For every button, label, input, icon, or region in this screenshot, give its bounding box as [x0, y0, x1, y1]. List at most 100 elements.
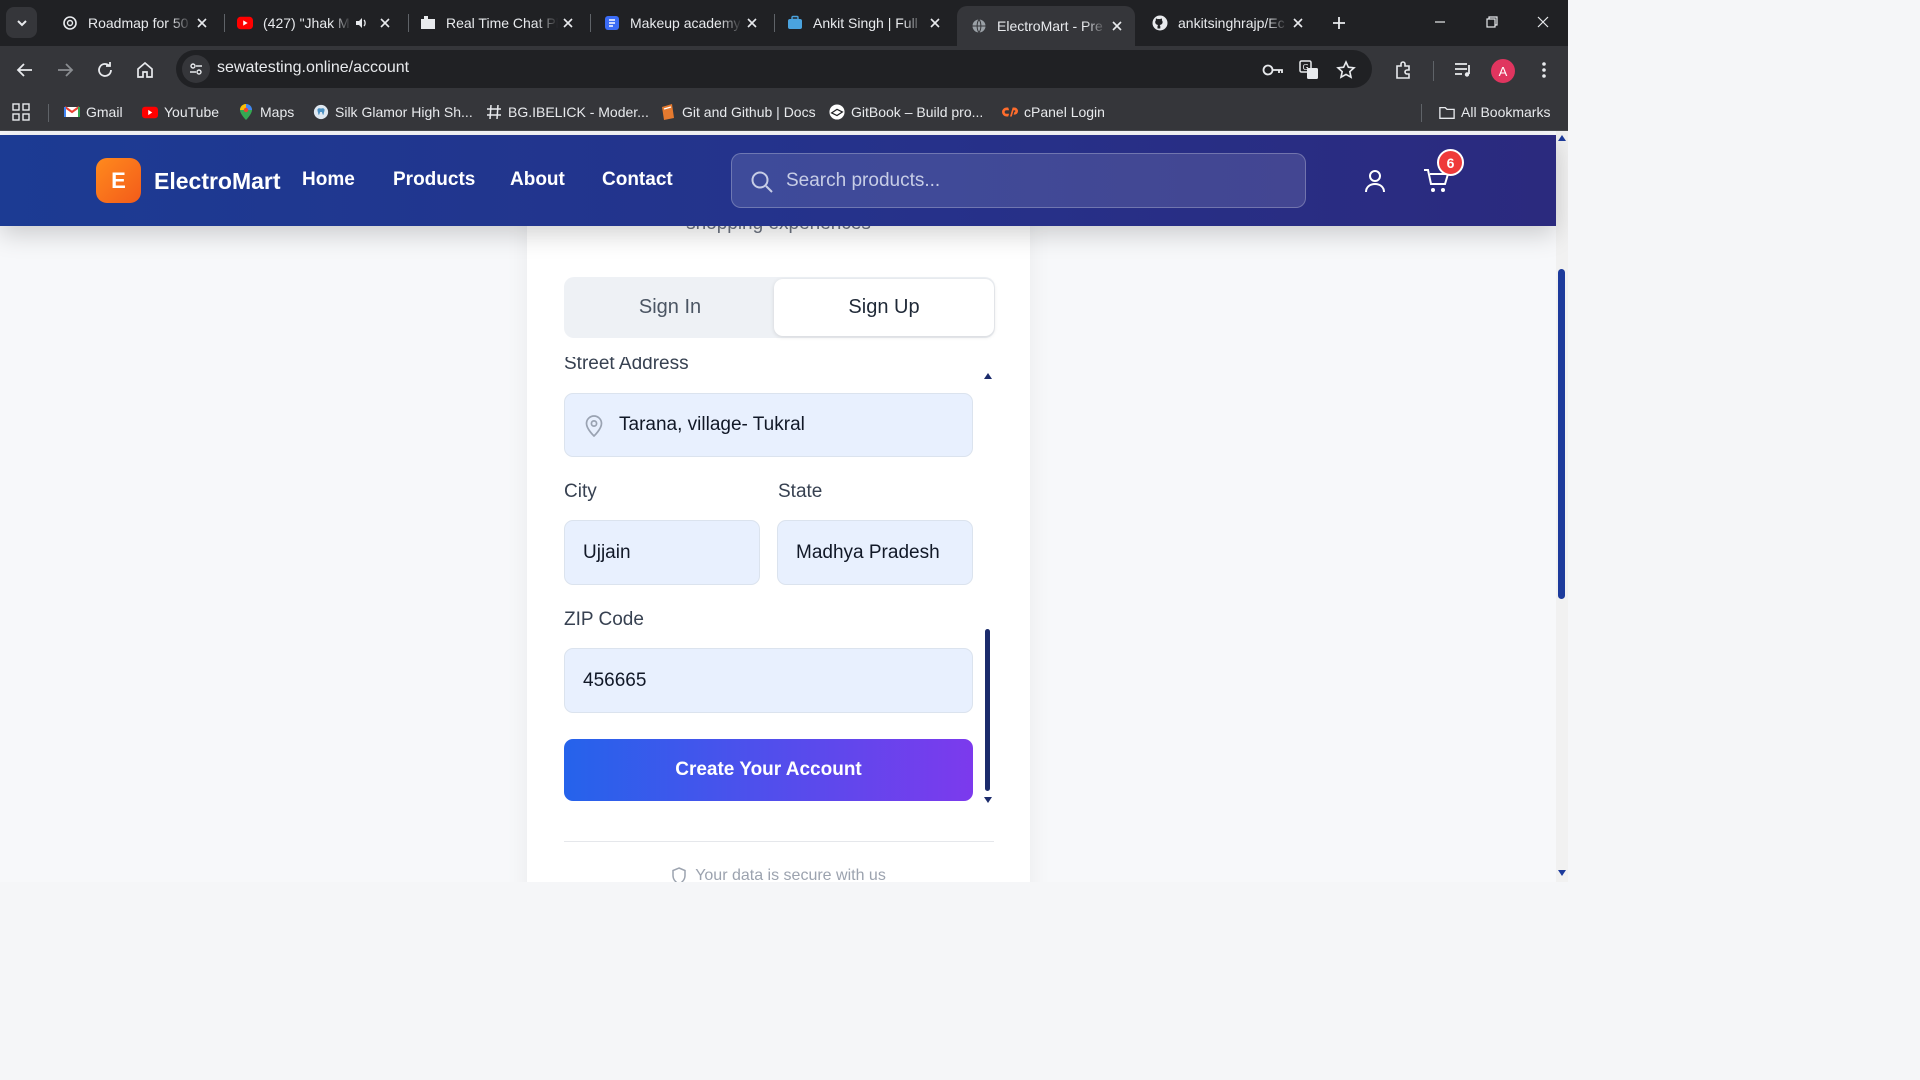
- page-scrollbar[interactable]: [1556, 131, 1568, 882]
- page-scrollbar-thumb[interactable]: [1558, 269, 1565, 599]
- forms-icon: [604, 15, 620, 31]
- browser-tab[interactable]: ankitsinghrajp/Ec: [1138, 6, 1316, 40]
- apps-button[interactable]: [12, 102, 30, 122]
- nav-contact[interactable]: Contact: [602, 169, 673, 191]
- user-account-icon[interactable]: [1363, 168, 1387, 194]
- shield-icon: [672, 867, 686, 882]
- browser-tab-strip: Roadmap for 50 L (427) "Jhak M Real Time…: [0, 0, 1568, 46]
- cart-count-badge: 6: [1437, 149, 1464, 176]
- media-control-button[interactable]: [1449, 56, 1477, 84]
- git-docs-icon: [660, 104, 676, 120]
- state-label: State: [778, 481, 823, 502]
- nav-home[interactable]: Home: [302, 169, 355, 191]
- plus-icon: [1333, 17, 1345, 29]
- home-button[interactable]: [131, 56, 159, 84]
- arrow-right-icon: [58, 63, 74, 77]
- tab-title: ElectroMart - Pre: [997, 18, 1103, 34]
- zip-code-value: 456665: [583, 669, 647, 691]
- bookmark-git-github-docs[interactable]: Git and Github | Docs: [660, 102, 816, 122]
- key-icon[interactable]: [1262, 59, 1284, 81]
- browser-menu-button[interactable]: [1530, 56, 1558, 84]
- bookmark-silk-glamor[interactable]: Silk Glamor High Sh...: [313, 102, 473, 122]
- close-tab-icon[interactable]: [192, 13, 212, 33]
- city-input[interactable]: Ujjain: [564, 520, 760, 585]
- close-tab-icon[interactable]: [375, 13, 395, 33]
- gitbook-icon: [829, 104, 845, 120]
- nav-products[interactable]: Products: [393, 169, 475, 191]
- star-icon[interactable]: [1335, 59, 1357, 81]
- tab-title: (427) "Jhak M: [263, 15, 350, 31]
- form-scrollbar-thumb[interactable]: [985, 629, 990, 791]
- scroll-down-arrow-icon[interactable]: [984, 797, 992, 803]
- state-input[interactable]: Madhya Pradesh: [777, 520, 973, 585]
- tab-sign-up[interactable]: Sign Up: [774, 279, 994, 336]
- zip-code-input[interactable]: 456665: [564, 648, 973, 713]
- bookmark-bg-ibelick[interactable]: BG.IBELICK - Moder...: [486, 102, 649, 122]
- city-value: Ujjain: [583, 541, 631, 563]
- globe-icon: [971, 18, 987, 34]
- all-bookmarks-button[interactable]: All Bookmarks: [1439, 102, 1550, 122]
- briefcase-icon: [787, 15, 803, 31]
- close-tab-icon[interactable]: [925, 13, 945, 33]
- apps-grid-icon: [12, 103, 30, 121]
- form-scrollbar[interactable]: [982, 373, 994, 803]
- bookmark-maps[interactable]: Maps: [238, 102, 294, 122]
- scroll-up-arrow-icon[interactable]: [1558, 135, 1566, 141]
- cpanel-icon: [1002, 104, 1018, 120]
- tab-title: ankitsinghrajp/Ec: [1178, 15, 1285, 31]
- city-label: City: [564, 481, 597, 502]
- site-info-button[interactable]: [182, 55, 210, 83]
- speaker-icon[interactable]: [351, 13, 371, 33]
- search-placeholder: Search products...: [786, 170, 941, 191]
- secure-note: Your data is secure with us: [527, 867, 1030, 882]
- tune-icon: [190, 63, 202, 75]
- close-tab-icon[interactable]: [1288, 13, 1308, 33]
- browser-tab[interactable]: (427) "Jhak M: [223, 6, 403, 40]
- bookmark-gitbook[interactable]: GitBook – Build pro...: [829, 102, 983, 122]
- brand-logo[interactable]: E: [96, 158, 141, 203]
- scroll-up-arrow-icon[interactable]: [984, 373, 992, 379]
- forward-button[interactable]: [51, 56, 79, 84]
- extensions-button[interactable]: [1390, 56, 1418, 84]
- bookmark-cpanel[interactable]: cPanel Login: [1002, 102, 1105, 122]
- close-tab-icon[interactable]: [742, 13, 762, 33]
- browser-tab[interactable]: Ankit Singh | Full: [773, 6, 953, 40]
- browser-tab[interactable]: Makeup academy: [590, 6, 770, 40]
- tab-search-button[interactable]: [6, 7, 37, 38]
- url-text[interactable]: sewatesting.online/account: [217, 59, 409, 77]
- create-account-button[interactable]: Create Your Account: [564, 739, 973, 801]
- toolbar-separator: [1433, 61, 1434, 81]
- street-address-input[interactable]: Tarana, village- Tukral: [564, 393, 973, 457]
- address-bar[interactable]: sewatesting.online/account G: [176, 50, 1372, 88]
- zip-code-label: ZIP Code: [564, 609, 644, 630]
- translate-icon[interactable]: G: [1298, 59, 1320, 81]
- site-icon: [420, 15, 436, 31]
- new-tab-button[interactable]: [1326, 10, 1352, 36]
- close-tab-icon[interactable]: [558, 13, 578, 33]
- tab-sign-in[interactable]: Sign In: [564, 277, 776, 338]
- brand-name[interactable]: ElectroMart: [154, 168, 281, 195]
- bookmark-label: GitBook – Build pro...: [851, 104, 984, 120]
- openai-icon: [62, 15, 78, 31]
- browser-tab[interactable]: Roadmap for 50 L: [48, 6, 220, 40]
- tab-title: Makeup academy: [630, 15, 741, 31]
- restore-button[interactable]: [1466, 0, 1518, 44]
- svg-text:G: G: [1303, 63, 1309, 72]
- bookmark-label: cPanel Login: [1024, 104, 1105, 120]
- close-tab-icon[interactable]: [1107, 16, 1127, 36]
- state-value: Madhya Pradesh: [796, 541, 940, 563]
- bookmark-label: Git and Github | Docs: [682, 104, 816, 120]
- bookmark-youtube[interactable]: YouTube: [142, 102, 219, 122]
- bookmark-gmail[interactable]: Gmail: [64, 102, 123, 122]
- reload-button[interactable]: [91, 56, 119, 84]
- product-search-input[interactable]: Search products...: [731, 153, 1306, 208]
- minimize-button[interactable]: [1414, 0, 1466, 44]
- scroll-down-arrow-icon[interactable]: [1558, 870, 1566, 876]
- back-button[interactable]: [11, 56, 39, 84]
- nav-about[interactable]: About: [510, 169, 565, 191]
- youtube-icon: [237, 15, 253, 31]
- browser-tab-active[interactable]: ElectroMart - Pre: [957, 6, 1135, 46]
- browser-tab[interactable]: Real Time Chat Pl: [406, 6, 586, 40]
- close-window-button[interactable]: [1517, 0, 1569, 44]
- profile-avatar[interactable]: A: [1491, 59, 1515, 83]
